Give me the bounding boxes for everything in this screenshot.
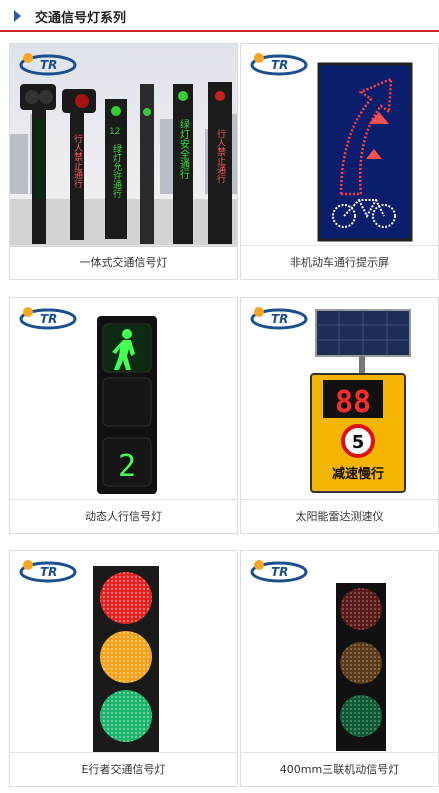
post-text-1: 行人禁止通行 <box>72 133 83 189</box>
product-caption[interactable]: 太阳能雷达测速仪 <box>241 499 438 533</box>
product-caption[interactable]: E行者交通信号灯 <box>10 752 237 786</box>
post-text-2: 绿灯允许通行 <box>111 143 122 199</box>
svg-text:TR: TR <box>40 565 57 579</box>
brand-logo-icon: TR <box>19 307 77 330</box>
product-caption[interactable]: 非机动车通行提示屏 <box>241 245 438 279</box>
brand-logo-icon: TR <box>19 53 77 76</box>
product-card-e-walker-signal[interactable]: TR E行者交通信号灯 <box>9 550 238 787</box>
post-text-4: 行人禁止通行 <box>215 128 226 184</box>
brand-logo-icon: TR <box>19 560 77 583</box>
signal-post-5: 绿灯安全通行 <box>173 84 193 244</box>
brand-logo-icon: TR <box>250 53 308 76</box>
sign-text: 减速慢行 <box>332 466 384 482</box>
product-image[interactable]: TR <box>241 44 438 247</box>
product-card-solar-radar[interactable]: 88 5 减速慢行 TR 太阳能雷达测速仪 <box>240 297 439 534</box>
product-image[interactable]: TR <box>241 551 438 754</box>
triangle-icon <box>14 10 21 22</box>
countdown-display: 2 <box>118 449 136 484</box>
product-card-bike-sign[interactable]: TR 非机动车通行提示屏 <box>240 43 439 280</box>
svg-text:TR: TR <box>40 58 57 72</box>
speed-display: 88 <box>335 385 371 420</box>
section-title: 交通信号灯系列 <box>35 11 127 26</box>
countdown-small: 12 <box>109 127 120 137</box>
section-header: 交通信号灯系列 <box>0 0 439 32</box>
product-card-400mm-signal[interactable]: TR 400mm三联机动信号灯 <box>240 550 439 787</box>
svg-text:TR: TR <box>40 312 57 326</box>
product-image[interactable]: TR <box>10 551 237 754</box>
product-card-integrated-signal[interactable]: 行人禁止通行 12 绿灯允许通行 绿灯安全通行 行人禁止通行 TR 一体式交通信… <box>9 43 238 280</box>
signal-post-4 <box>140 84 154 244</box>
brand-logo-icon: TR <box>250 560 308 583</box>
product-caption[interactable]: 动态人行信号灯 <box>10 499 237 533</box>
signal-post-6: 行人禁止通行 <box>208 82 232 244</box>
signal-post-3: 12 绿灯允许通行 <box>105 99 127 239</box>
product-card-pedestrian-signal[interactable]: 2 TR 动态人行信号灯 <box>9 297 238 534</box>
svg-text:TR: TR <box>271 58 288 72</box>
product-caption[interactable]: 一体式交通信号灯 <box>10 245 237 279</box>
product-image[interactable]: 行人禁止通行 12 绿灯允许通行 绿灯安全通行 行人禁止通行 TR <box>10 44 237 247</box>
post-text-3: 绿灯安全通行 <box>178 118 190 180</box>
product-caption[interactable]: 400mm三联机动信号灯 <box>241 752 438 786</box>
speed-limit: 5 <box>352 432 365 453</box>
svg-text:TR: TR <box>271 565 288 579</box>
brand-logo-icon: TR <box>250 307 308 330</box>
product-image[interactable]: 2 TR <box>10 298 237 501</box>
product-image[interactable]: 88 5 减速慢行 TR <box>241 298 438 501</box>
svg-text:TR: TR <box>271 312 288 326</box>
